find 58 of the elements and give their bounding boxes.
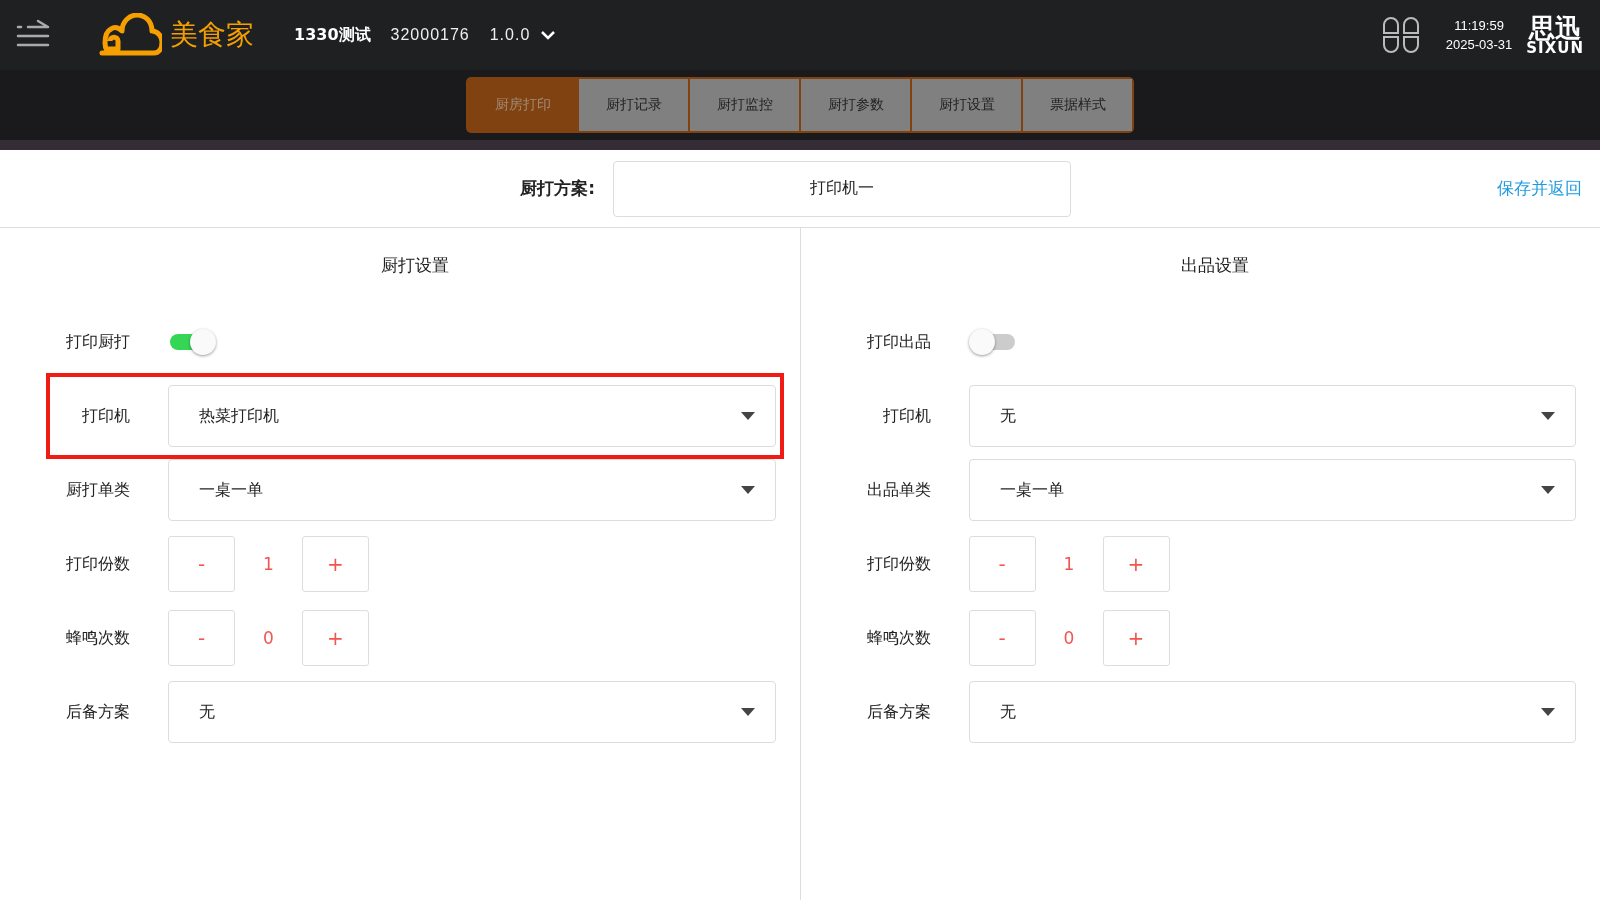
toggle-switch[interactable] bbox=[168, 329, 216, 355]
store-id: 32000176 bbox=[390, 26, 470, 44]
field-label: 出品单类 bbox=[865, 479, 931, 501]
dropdown-field[interactable]: 无 bbox=[968, 385, 1576, 447]
caret-icon bbox=[740, 412, 755, 420]
chevron-down-icon[interactable] bbox=[540, 30, 557, 40]
dropdown-field[interactable]: 无 bbox=[168, 681, 776, 743]
tab[interactable]: 厨打参数 bbox=[801, 79, 910, 131]
dropdown-field[interactable]: 热菜打印机 bbox=[168, 385, 776, 447]
section-title: 出品设置 bbox=[1180, 254, 1251, 277]
tab[interactable]: 票据样式 bbox=[1023, 79, 1132, 131]
decrement-button[interactable]: - bbox=[168, 536, 235, 592]
plan-label: 厨打方案: bbox=[519, 177, 596, 200]
tab[interactable]: 厨打设置 bbox=[912, 79, 1021, 131]
version-label[interactable]: 1.0.0 bbox=[489, 26, 531, 44]
field-label: 打印机 bbox=[881, 405, 931, 427]
decrement-button[interactable]: - bbox=[168, 610, 235, 666]
section-title: 厨打设置 bbox=[379, 254, 450, 277]
store-name: 1330测试 bbox=[294, 24, 371, 46]
increment-button[interactable]: + bbox=[1102, 536, 1170, 592]
tab[interactable]: 厨打监控 bbox=[690, 79, 799, 131]
field-label: 打印份数 bbox=[865, 553, 931, 575]
count-value: 0 bbox=[1062, 628, 1076, 648]
save-and-return-link[interactable]: 保存并返回 bbox=[1497, 177, 1582, 200]
count-value: 1 bbox=[1062, 554, 1076, 574]
field-label: 打印份数 bbox=[65, 553, 130, 575]
increment-button[interactable]: + bbox=[302, 536, 369, 592]
field-label: 厨打单类 bbox=[65, 479, 130, 501]
caret-icon bbox=[1541, 486, 1555, 494]
field-label: 后备方案 bbox=[65, 701, 130, 723]
increment-button[interactable]: + bbox=[302, 610, 369, 666]
field-label: 后备方案 bbox=[865, 701, 931, 723]
dropdown-field[interactable]: 一桌一单 bbox=[968, 459, 1576, 521]
field-label: 蜂鸣次数 bbox=[65, 627, 130, 649]
count-value: 1 bbox=[262, 554, 275, 574]
brand-name: 美食家 bbox=[170, 17, 254, 53]
field-label: 蜂鸣次数 bbox=[865, 627, 931, 649]
field-label: 打印出品 bbox=[865, 331, 931, 353]
caret-icon bbox=[1541, 412, 1555, 420]
clock-date: 2025-03-31 bbox=[1445, 37, 1513, 52]
decrement-button[interactable]: - bbox=[968, 536, 1036, 592]
toggle-switch[interactable] bbox=[968, 329, 1017, 355]
dropdown-field[interactable]: 一桌一单 bbox=[168, 459, 776, 521]
clock-time: 11:19:59 bbox=[1454, 18, 1504, 33]
count-value: 0 bbox=[262, 628, 275, 648]
field-label: 打印厨打 bbox=[65, 331, 130, 353]
field-label: 打印机 bbox=[81, 405, 130, 427]
apps-icon[interactable] bbox=[1381, 16, 1420, 54]
caret-icon bbox=[740, 486, 755, 494]
vendor-logo-latin: SIXUN bbox=[1526, 40, 1584, 56]
increment-button[interactable]: + bbox=[1102, 610, 1170, 666]
dropdown-field[interactable]: 无 bbox=[968, 681, 1576, 743]
decrement-button[interactable]: - bbox=[968, 610, 1036, 666]
caret-icon bbox=[740, 708, 755, 716]
caret-icon bbox=[1541, 708, 1555, 716]
tab[interactable]: 厨打记录 bbox=[579, 79, 688, 131]
vendor-logo-text: 思迅 bbox=[1529, 14, 1582, 41]
plan-field[interactable]: 打印机一 bbox=[613, 160, 1071, 217]
